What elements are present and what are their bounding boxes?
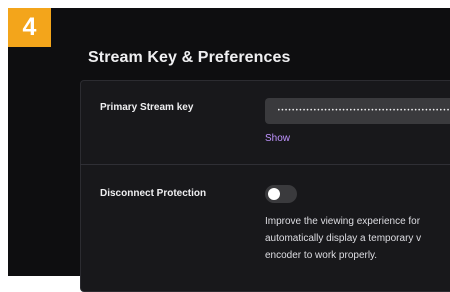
description-line: Improve the viewing experience for — [265, 216, 421, 227]
stream-key-label: Primary Stream key — [100, 102, 194, 113]
disconnect-protection-label: Disconnect Protection — [100, 188, 207, 199]
stream-key-field[interactable]: ••••••••••••••••••••••••••••••••••••••••… — [265, 98, 450, 124]
show-key-link[interactable]: Show — [265, 133, 290, 144]
description-line: encoder to work properly. — [265, 250, 378, 261]
disconnect-protection-toggle[interactable] — [265, 185, 297, 203]
section-title: Stream Key & Preferences — [88, 49, 291, 66]
step-number-badge: 4 — [8, 8, 51, 47]
disconnect-protection-description: Improve the viewing experience for autom… — [265, 213, 450, 264]
row-divider — [80, 164, 450, 165]
description-line: automatically display a temporary v — [265, 233, 422, 244]
toggle-knob — [268, 188, 280, 200]
